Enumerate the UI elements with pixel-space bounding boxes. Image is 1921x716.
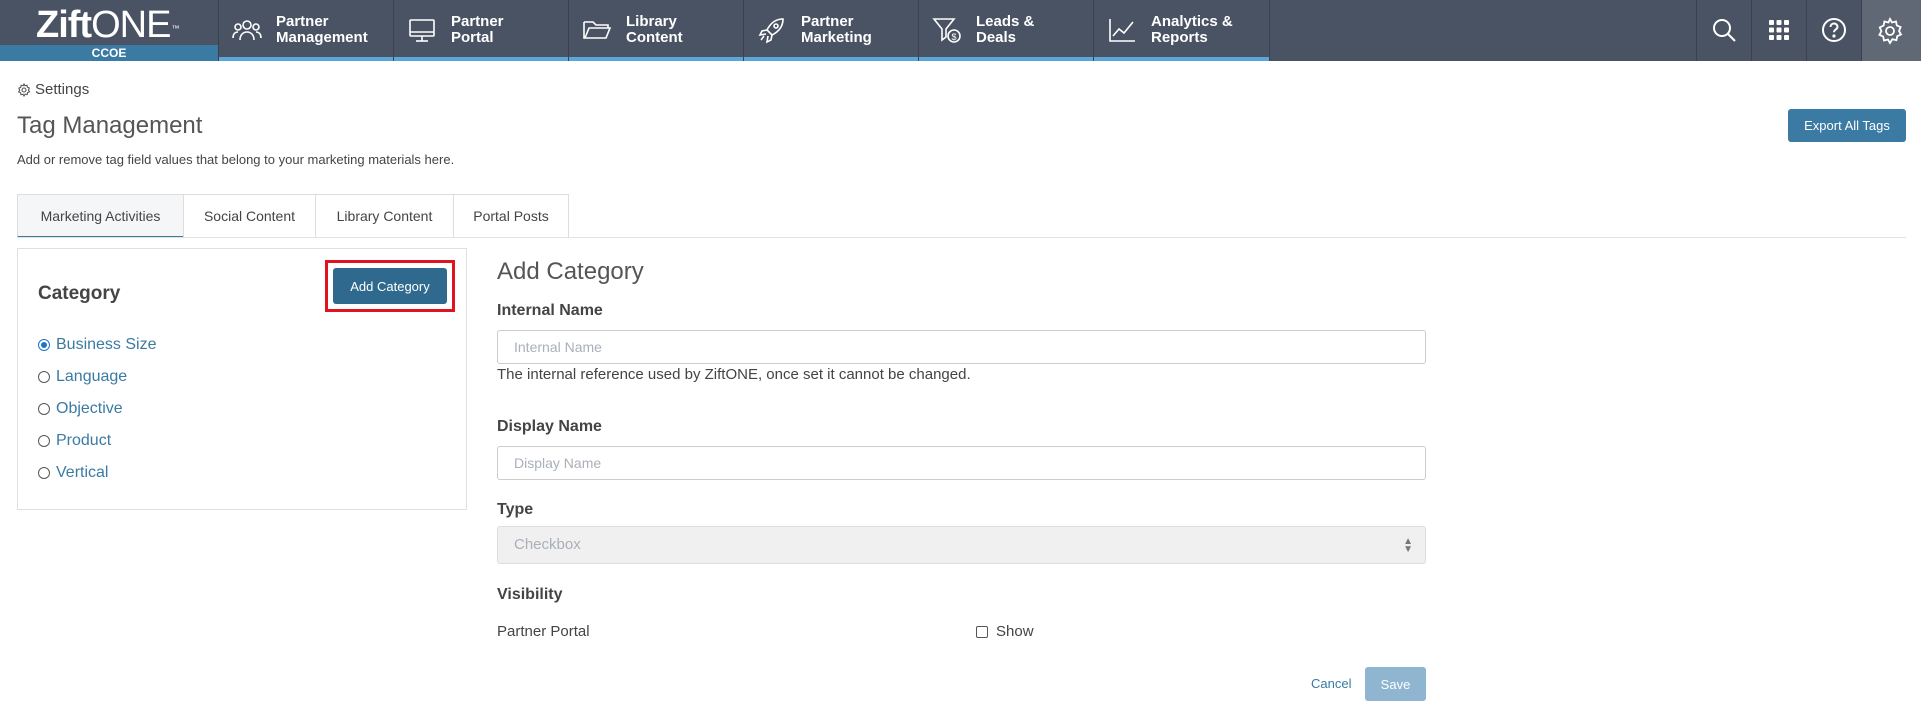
gear-icon (1878, 17, 1903, 45)
help-icon (1822, 18, 1846, 42)
nav-partner-portal[interactable]: Partner Portal (393, 0, 568, 61)
nav-leads-deals[interactable]: $ Leads & Deals (918, 0, 1093, 61)
nav-underline (569, 57, 743, 61)
settings-button[interactable] (1861, 0, 1921, 61)
display-name-input[interactable] (497, 446, 1426, 480)
category-item-label: Business Size (56, 336, 157, 353)
page-subtitle: Add or remove tag field values that belo… (17, 152, 455, 167)
type-label: Type (497, 501, 534, 518)
type-select-value: Checkbox (514, 536, 581, 553)
breadcrumb-label: Settings (35, 81, 90, 98)
nav-label: Partner Marketing (801, 13, 872, 46)
internal-name-input[interactable] (497, 330, 1426, 364)
category-item-label: Objective (56, 400, 123, 417)
show-label: Show (996, 623, 1034, 640)
category-item-business-size[interactable]: Business Size (38, 329, 157, 361)
nav-partner-marketing[interactable]: Partner Marketing (743, 0, 918, 61)
nav-partner-management[interactable]: Partner Management (218, 0, 393, 61)
workspace-label: CCOE (0, 45, 218, 61)
nav-underline (219, 57, 393, 61)
apps-grid-icon (1769, 20, 1789, 40)
funnel-dollar-icon: $ (932, 18, 961, 43)
nav-divider (1269, 0, 1270, 61)
cancel-link[interactable]: Cancel (1311, 676, 1351, 691)
category-item-label: Language (56, 368, 128, 385)
add-category-button[interactable]: Add Category (333, 268, 447, 304)
page-title: Tag Management (17, 112, 203, 139)
radio-selected[interactable] (38, 339, 50, 351)
tab-library-content[interactable]: Library Content (315, 194, 454, 238)
nav-analytics-reports[interactable]: Analytics & Reports (1093, 0, 1269, 61)
category-item-objective[interactable]: Objective (38, 393, 157, 425)
category-panel: Category Add Category Business Size Lang… (17, 248, 467, 510)
nav-underline (744, 57, 918, 61)
people-icon (232, 20, 262, 41)
nav-underline (919, 57, 1093, 61)
visibility-label: Visibility (497, 586, 563, 603)
form-title: Add Category (497, 258, 644, 285)
category-item-vertical[interactable]: Vertical (38, 457, 157, 489)
search-button[interactable] (1696, 0, 1751, 61)
radio[interactable] (38, 403, 50, 415)
radio[interactable] (38, 467, 50, 479)
type-select[interactable]: Checkbox ▲ ▼ (497, 526, 1426, 564)
category-item-product[interactable]: Product (38, 425, 157, 457)
search-icon (1713, 19, 1736, 42)
folder-icon (583, 21, 612, 39)
show-checkbox-row[interactable]: Show (976, 623, 1034, 640)
zift-logo[interactable]: ZiftONE™ CCOE (0, 0, 218, 61)
internal-name-help: The internal reference used by ZiftONE, … (497, 366, 971, 383)
partner-portal-label: Partner Portal (497, 623, 590, 640)
apps-menu-button[interactable] (1751, 0, 1806, 61)
radio[interactable] (38, 435, 50, 447)
nav-underline (394, 57, 568, 61)
logo-wordmark: ZiftONE™ (36, 4, 179, 46)
save-button[interactable]: Save (1365, 667, 1426, 701)
category-list: Business Size Language Objective Product… (38, 329, 157, 489)
breadcrumb[interactable]: Settings (17, 81, 89, 98)
category-item-label: Product (56, 432, 112, 449)
category-item-language[interactable]: Language (38, 361, 157, 393)
tab-marketing-activities[interactable]: Marketing Activities (17, 194, 184, 238)
show-checkbox[interactable] (976, 625, 988, 638)
export-all-tags-button[interactable]: Export All Tags (1788, 109, 1906, 142)
nav-underline (1094, 57, 1269, 61)
nav-label: Leads & Deals (976, 13, 1035, 46)
tab-portal-posts[interactable]: Portal Posts (453, 194, 569, 238)
svg-text:$: $ (952, 32, 957, 42)
radio[interactable] (38, 371, 50, 383)
category-panel-title: Category (38, 283, 121, 304)
tabs-divider (17, 237, 1906, 238)
top-navigation-bar: ZiftONE™ CCOE Partner Management Partner… (0, 0, 1921, 61)
highlight-outline: Add Category (325, 260, 455, 312)
nav-library-content[interactable]: Library Content (568, 0, 743, 61)
gear-icon (17, 82, 31, 97)
nav-label: Partner Portal (451, 13, 504, 46)
display-name-label: Display Name (497, 418, 602, 435)
sort-arrows-icon: ▲ ▼ (1403, 536, 1413, 555)
nav-label: Analytics & Reports (1151, 13, 1233, 46)
monitor-icon (409, 19, 435, 42)
rocket-icon (758, 18, 784, 44)
nav-label: Partner Management (276, 13, 368, 46)
nav-label: Library Content (626, 13, 683, 46)
internal-name-label: Internal Name (497, 302, 603, 319)
line-chart-icon (1109, 19, 1135, 42)
category-item-label: Vertical (56, 464, 109, 481)
tab-social-content[interactable]: Social Content (183, 194, 316, 238)
help-button[interactable] (1806, 0, 1861, 61)
